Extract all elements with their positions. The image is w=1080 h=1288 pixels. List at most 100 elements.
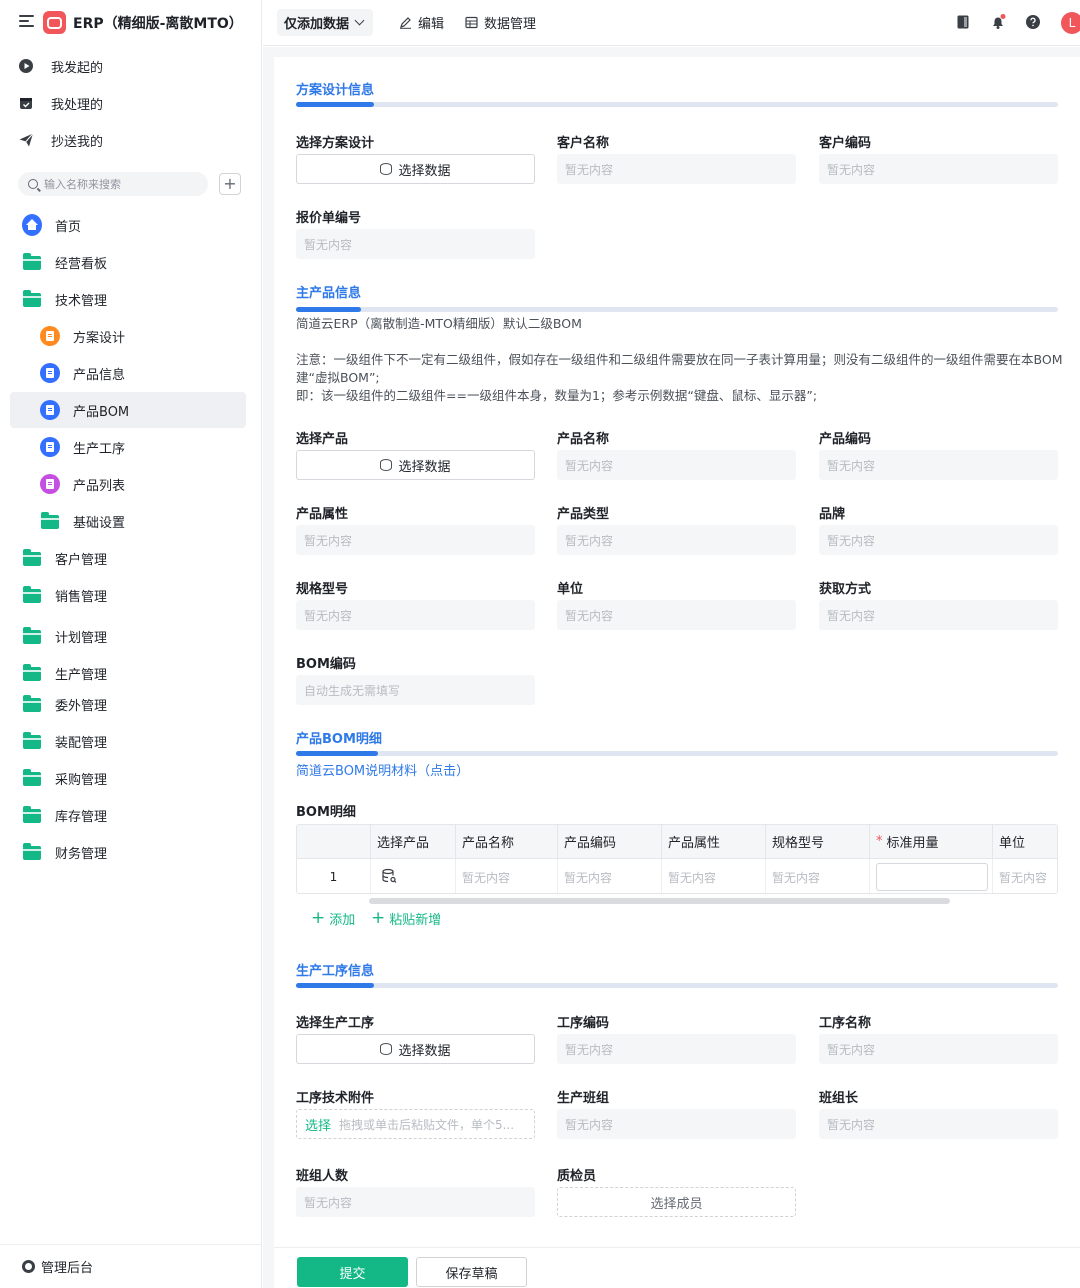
field-label: 产品名称 [557,432,610,447]
team-field: 暂无内容 [557,1109,796,1139]
database-search-icon[interactable] [381,868,397,887]
sidebar-item-customer[interactable]: 客户管理 [22,540,246,576]
menu-toggle-icon[interactable] [19,15,34,28]
database-icon [380,1043,393,1055]
sidebar-item-purchasing[interactable]: 采购管理 [22,760,246,796]
spec-field: 暂无内容 [296,600,535,630]
table-header: 产品属性 [662,825,766,859]
attachment-upload[interactable]: 选择 拖拽或单击后粘贴文件，单个5... [296,1109,535,1139]
sidebar-item-label: 委外管理 [55,698,108,714]
sidebar-item-label: 产品列表 [73,478,126,494]
standard-qty-input[interactable] [876,863,988,891]
team-size-field: 暂无内容 [296,1187,535,1217]
quick-nav-cc[interactable]: 抄送我的 [18,126,103,154]
sidebar-item-label: 销售管理 [55,589,108,605]
field-label: 客户编码 [819,136,872,151]
section-divider [296,751,1058,756]
mode-select[interactable]: 仅添加数据 [277,9,373,36]
table-header: 选择产品 [371,825,456,859]
select-process-button[interactable]: 选择数据 [296,1034,535,1064]
product-type-field: 暂无内容 [557,525,796,555]
sidebar-item-label: 产品BOM [73,404,130,420]
save-draft-button[interactable]: 保存草稿 [416,1257,527,1287]
table-horizontal-scrollbar[interactable] [369,898,950,904]
folder-icon [22,694,42,714]
paste-add-button[interactable]: + 粘贴新增 [371,908,441,928]
play-icon [18,58,34,74]
home-icon [22,214,42,236]
sidebar-item-product-bom[interactable]: 产品BOM [10,392,246,428]
table-cell-unit: 暂无内容 [999,870,1048,885]
field-label: 获取方式 [819,582,872,597]
sidebar-search-input[interactable]: 输入名称来搜索 [18,172,208,196]
user-avatar[interactable]: L [1061,12,1080,34]
bom-code-field: 自动生成无需填写 [296,675,535,705]
field-label: 产品类型 [557,507,610,522]
sidebar-item-finance[interactable]: 财务管理 [22,834,246,870]
select-product-button[interactable]: 选择数据 [296,450,535,480]
table-icon [465,16,478,29]
sidebar-item-basic-settings[interactable]: 基础设置 [40,503,246,539]
mode-select-value: 仅添加数据 [284,17,350,32]
section-title-design: 方案设计信息 [296,83,375,98]
section-divider [296,102,1058,107]
field-label: BOM明细 [296,805,356,820]
book-icon[interactable] [955,14,971,30]
field-label: 报价单编号 [296,211,362,226]
bom-doc-link[interactable]: 简道云BOM说明材料（点击） [296,760,469,779]
sidebar-item-assembly[interactable]: 装配管理 [22,723,246,759]
field-label: 生产班组 [557,1091,610,1106]
sidebar-item-sales[interactable]: 销售管理 [22,577,246,613]
bell-icon[interactable] [990,14,1006,30]
pencil-icon [399,16,412,29]
help-icon[interactable] [1025,14,1041,30]
product-name-field: 暂无内容 [557,450,796,480]
sidebar-item-inventory[interactable]: 库存管理 [22,797,246,833]
app-header: ERP（精细版-离散MTO） [0,0,262,44]
select-product-cell[interactable] [371,859,456,893]
product-code-field: 暂无内容 [819,450,1058,480]
sidebar-item-solution-design[interactable]: 方案设计 [40,318,246,354]
sidebar-item-label: 生产工序 [73,441,126,457]
admin-console-link[interactable]: 管理后台 [0,1244,262,1288]
process-code-field: 暂无内容 [557,1034,796,1064]
sidebar-item-planning[interactable]: 计划管理 [22,618,246,654]
select-member-button[interactable]: 选择成员 [557,1187,796,1217]
sidebar-item-home[interactable]: 首页 [22,207,246,243]
sidebar-item-production-process[interactable]: 生产工序 [40,429,246,465]
product-desc-example: 即：该一级组件的二级组件==一级组件本身，数量为1；参考示例数据“键盘、鼠标、显… [296,388,818,403]
section-title-process: 生产工序信息 [296,964,375,979]
sidebar-item-label: 财务管理 [55,846,108,862]
sidebar-item-label: 客户管理 [55,552,108,568]
add-row-button[interactable]: + 添加 [311,908,355,928]
edit-button[interactable]: 编辑 [399,13,444,32]
sidebar-item-outsourcing[interactable]: 委外管理 [22,686,246,722]
sidebar-item-tech-management[interactable]: 技术管理 [22,281,246,317]
upload-select-link[interactable]: 选择 [305,1115,331,1134]
quick-nav-handled[interactable]: 我处理的 [18,89,103,117]
sidebar-item-dashboard[interactable]: 经营看板 [22,244,246,280]
form-icon [40,437,60,457]
sidebar-item-label: 计划管理 [55,630,108,646]
database-icon [380,459,393,471]
form-icon [40,363,60,383]
folder-icon [40,511,60,531]
table-cell-product-code: 暂无内容 [558,859,662,893]
folder-icon [22,842,42,862]
select-design-button[interactable]: 选择数据 [296,154,535,184]
table-header: 单位 [993,825,1057,859]
submit-button[interactable]: 提交 [297,1257,408,1287]
table-cell-product-name: 暂无内容 [456,859,558,893]
data-manage-button[interactable]: 数据管理 [465,13,536,32]
sidebar-item-product-info[interactable]: 产品信息 [40,355,246,391]
form-card: 方案设计信息 选择方案设计 选择数据 客户名称 暂无内容 客户编码 暂无内容 报… [274,57,1080,1288]
sidebar: ERP（精细版-离散MTO） 我发起的 我处理的 抄送我的 输入名称来搜索 + [0,0,262,1288]
sidebar-item-product-list[interactable]: 产品列表 [40,466,246,502]
form-footer: 提交 保存草稿 [274,1247,1080,1288]
acquire-method-field: 暂无内容 [819,600,1058,630]
table-row-index: 1 [297,859,371,893]
add-item-button[interactable]: + [219,173,241,195]
quick-nav-initiated[interactable]: 我发起的 [18,52,103,80]
edit-label: 编辑 [418,17,445,32]
field-label: 班组人数 [296,1169,349,1184]
